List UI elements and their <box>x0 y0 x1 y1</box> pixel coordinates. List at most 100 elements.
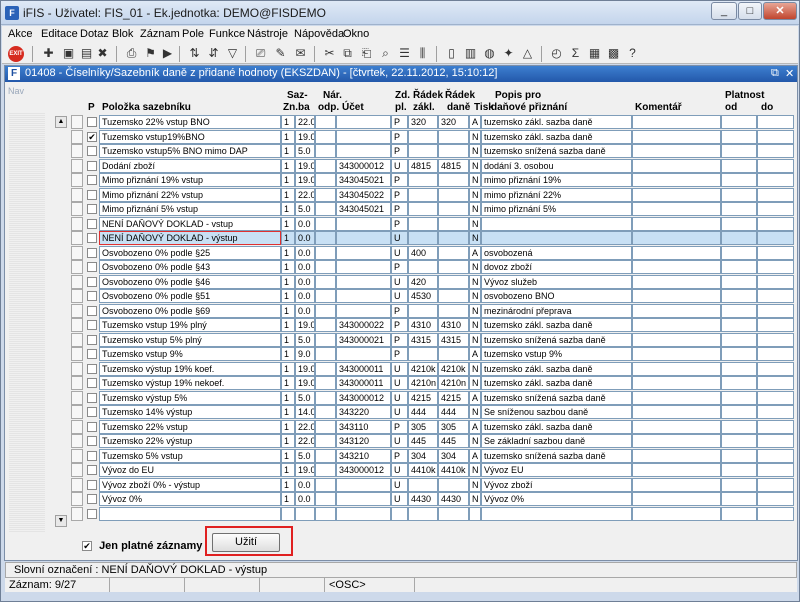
cell-ucet[interactable]: 343000011 <box>336 361 391 376</box>
cell-popis[interactable]: osvobozená <box>481 245 632 260</box>
cell-sazba[interactable]: 19.0 <box>295 158 315 173</box>
cell-zn[interactable]: 1 <box>281 144 295 158</box>
cell-zn[interactable]: 1 <box>281 129 295 144</box>
cell-do[interactable] <box>757 115 794 129</box>
cell-popis[interactable]: Vývoz EU <box>481 463 632 477</box>
cell-rd[interactable]: 4210k <box>438 361 469 376</box>
cell-nar[interactable] <box>315 361 336 376</box>
cell-nar[interactable] <box>315 289 336 303</box>
cell-rd[interactable] <box>438 347 469 361</box>
cell-rz[interactable] <box>408 231 438 245</box>
cell-zn[interactable] <box>281 506 295 521</box>
row-checkbox[interactable] <box>87 160 97 171</box>
query-icon[interactable]: ⚑ <box>142 45 159 62</box>
cell-tisk[interactable] <box>469 506 481 521</box>
cell-name[interactable]: Tuzemsko vstup19%BNO <box>99 129 281 144</box>
cell-name[interactable]: Tuzemsko výstup 19% koef. <box>99 361 281 376</box>
row-checkbox[interactable] <box>87 378 97 388</box>
cell-tisk[interactable]: N <box>469 216 481 231</box>
cell-rd[interactable]: 444 <box>438 405 469 419</box>
cell-ucet[interactable]: 343045021 <box>336 173 391 187</box>
cell-ucet[interactable] <box>336 274 391 289</box>
cell-od[interactable] <box>721 115 757 129</box>
filter-icon[interactable]: ▽ <box>224 45 241 62</box>
minimize-button[interactable]: _ <box>711 2 737 20</box>
cell-komentar[interactable] <box>632 448 721 463</box>
cell-nar[interactable] <box>315 173 336 187</box>
row-selector[interactable] <box>71 216 83 231</box>
nav-label[interactable]: Nav <box>8 86 44 98</box>
sort-desc-icon[interactable]: ⇵ <box>205 45 222 62</box>
cell-popis[interactable] <box>481 216 632 231</box>
cell-zn[interactable]: 1 <box>281 245 295 260</box>
cell-name[interactable]: NENÍ DAŇOVÝ DOKLAD - vstup <box>99 216 281 231</box>
cell-sazba[interactable]: 22.0 <box>295 434 315 448</box>
cell-komentar[interactable] <box>632 347 721 361</box>
cell-zn[interactable]: 1 <box>281 448 295 463</box>
row-checkbox[interactable]: ✔ <box>87 131 97 142</box>
cell-od[interactable] <box>721 216 757 231</box>
cell-popis[interactable]: dovoz zboží <box>481 260 632 274</box>
cell-ucet[interactable] <box>336 231 391 245</box>
cell-nar[interactable] <box>315 187 336 202</box>
cell-ucet[interactable] <box>336 115 391 129</box>
filter-active-checkbox[interactable]: ✔ Jen platné záznamy <box>82 540 202 552</box>
cell-name[interactable]: Mimo přiznání 19% vstup <box>99 173 281 187</box>
cell-zn[interactable]: 1 <box>281 289 295 303</box>
cell-zd[interactable]: P <box>391 332 408 347</box>
cell-komentar[interactable] <box>632 144 721 158</box>
cell-komentar[interactable] <box>632 318 721 332</box>
cell-ucet[interactable]: 343000012 <box>336 158 391 173</box>
maximize-button[interactable]: □ <box>738 2 762 20</box>
cell-rd[interactable] <box>438 231 469 245</box>
cell-nar[interactable] <box>315 202 336 216</box>
cell-tisk[interactable]: N <box>469 289 481 303</box>
cell-zd[interactable]: P <box>391 173 408 187</box>
cell-od[interactable] <box>721 318 757 332</box>
cell-do[interactable] <box>757 405 794 419</box>
cell-od[interactable] <box>721 361 757 376</box>
row-checkbox[interactable] <box>87 465 97 475</box>
cell-ucet[interactable]: 343045022 <box>336 187 391 202</box>
cell-od[interactable] <box>721 303 757 318</box>
cell-zd[interactable]: P <box>391 419 408 434</box>
cell-popis[interactable]: tuzemsko snížená sazba daně <box>481 448 632 463</box>
cell-zd[interactable]: U <box>391 477 408 492</box>
row-checkbox[interactable] <box>87 276 97 287</box>
cell-zd[interactable]: U <box>391 158 408 173</box>
cell-ucet[interactable] <box>336 506 391 521</box>
cell-rz[interactable]: 4430 <box>408 492 438 506</box>
cell-popis[interactable]: mezinárodní přeprava <box>481 303 632 318</box>
cell-tisk[interactable]: N <box>469 477 481 492</box>
menu-funkce[interactable]: Funkce <box>209 28 245 40</box>
cell-popis[interactable]: mimo přiznání 22% <box>481 187 632 202</box>
menu-pole[interactable]: Pole <box>182 28 204 40</box>
cell-tisk[interactable]: N <box>469 376 481 390</box>
row-selector[interactable] <box>71 303 83 318</box>
cell-rz[interactable]: 4410k <box>408 463 438 477</box>
cell-nar[interactable] <box>315 492 336 506</box>
cell-zd[interactable] <box>391 506 408 521</box>
row-selector[interactable] <box>71 506 83 521</box>
help-icon[interactable]: ? <box>624 45 641 62</box>
columns-icon[interactable]: ⫼ <box>414 45 431 62</box>
cell-zd[interactable]: P <box>391 260 408 274</box>
cell-sazba[interactable]: 0.0 <box>295 477 315 492</box>
new-record-icon[interactable]: ✚ <box>40 45 57 62</box>
cell-do[interactable] <box>757 506 794 521</box>
chart-icon[interactable]: ▩ <box>605 45 622 62</box>
cell-tisk[interactable]: N <box>469 303 481 318</box>
cell-od[interactable] <box>721 376 757 390</box>
cell-sazba[interactable]: 19.0 <box>295 361 315 376</box>
cell-zd[interactable]: P <box>391 129 408 144</box>
cell-name[interactable]: Tuzemsko 22% výstup <box>99 434 281 448</box>
cell-zd[interactable]: U <box>391 390 408 405</box>
cell-zn[interactable]: 1 <box>281 419 295 434</box>
cell-rd[interactable]: 304 <box>438 448 469 463</box>
menu-blok[interactable]: Blok <box>112 28 133 40</box>
cell-nar[interactable] <box>315 303 336 318</box>
cell-zn[interactable]: 1 <box>281 390 295 405</box>
row-checkbox[interactable] <box>87 479 97 490</box>
row-selector[interactable] <box>71 434 83 448</box>
cell-zd[interactable]: P <box>391 318 408 332</box>
